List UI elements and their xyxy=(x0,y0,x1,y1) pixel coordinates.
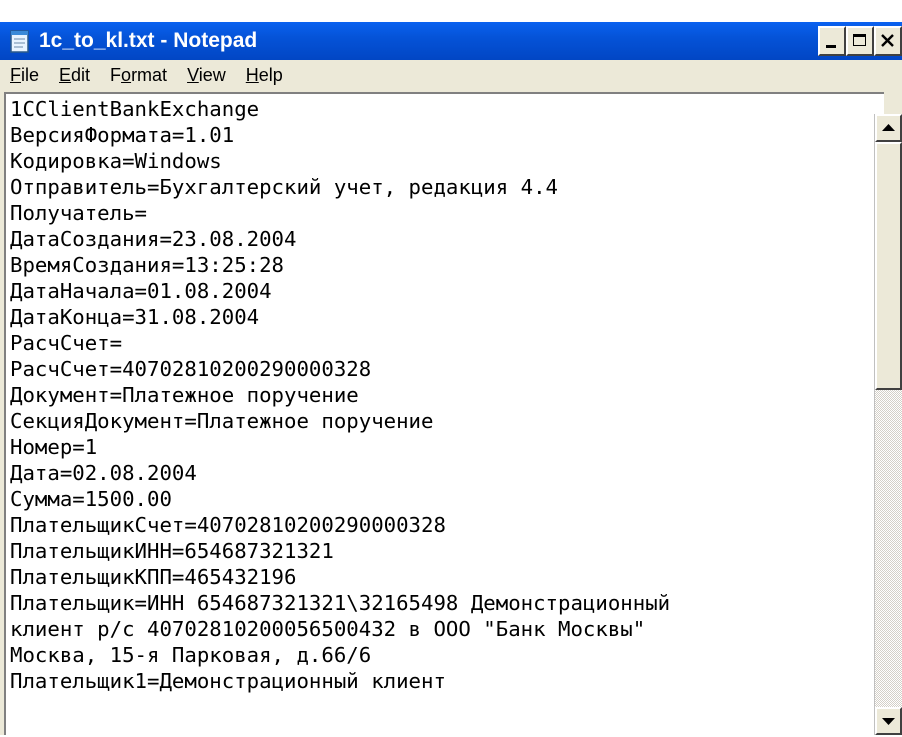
menu-view[interactable]: View xyxy=(177,60,236,90)
text-line: Отправитель=Бухгалтерский учет, редакция… xyxy=(10,175,559,199)
text-line: Москва, 15-я Парковая, д.66/6 xyxy=(10,643,372,667)
arrow-down-icon xyxy=(882,718,895,725)
minimize-icon xyxy=(826,45,836,48)
text-line: РасчСчет=40702810200290000328 xyxy=(10,357,372,381)
text-line: ПлательщикКПП=465432196 xyxy=(10,565,297,589)
maximize-button[interactable] xyxy=(846,26,874,56)
menu-file[interactable]: File xyxy=(0,60,49,90)
scroll-up-button[interactable] xyxy=(875,114,902,142)
text-line: Номер=1 xyxy=(10,435,98,459)
window-title: 1c_to_kl.txt - Notepad xyxy=(39,29,258,52)
text-line: Дата=02.08.2004 xyxy=(10,461,197,485)
scroll-thumb[interactable] xyxy=(875,142,902,390)
text-line: СекцияДокумент=Платежное поручение xyxy=(10,409,434,433)
menu-bar: File Edit Format View Help xyxy=(0,60,902,90)
title-bar[interactable]: 1c_to_kl.txt - Notepad xyxy=(0,22,902,60)
minimize-button[interactable] xyxy=(818,26,846,56)
text-line: Плательщик1=Демонстрационный клиент xyxy=(10,669,446,693)
text-editor[interactable]: 1CClientBankExchange ВерсияФормата=1.01 Ко… xyxy=(4,92,884,735)
text-line: Документ=Платежное поручение xyxy=(10,383,359,407)
text-line: Получатель= xyxy=(10,201,148,225)
arrow-up-icon xyxy=(882,124,895,131)
menu-help[interactable]: Help xyxy=(236,60,293,90)
scroll-down-button[interactable] xyxy=(875,707,902,735)
text-line: 1CClientBankExchange xyxy=(10,97,260,121)
text-line: ПлательщикИНН=654687321321 xyxy=(10,539,334,563)
text-line: Кодировка=Windows xyxy=(10,149,222,173)
close-icon xyxy=(881,34,894,47)
notepad-icon[interactable] xyxy=(9,29,31,54)
text-line: ВерсияФормата=1.01 xyxy=(10,123,235,147)
text-line: ДатаСоздания=23.08.2004 xyxy=(10,227,297,251)
text-line: ВремяСоздания=13:25:28 xyxy=(10,253,285,277)
text-line: ПлательщикСчет=40702810200290000328 xyxy=(10,513,446,537)
vertical-scrollbar[interactable] xyxy=(874,114,902,735)
menu-format[interactable]: Format xyxy=(100,60,177,90)
document-text[interactable]: 1CClientBankExchange ВерсияФормата=1.01 Ко… xyxy=(10,96,670,694)
text-line: Сумма=1500.00 xyxy=(10,487,172,511)
text-line: ДатаКонца=31.08.2004 xyxy=(10,305,260,329)
text-line: РасчСчет= xyxy=(10,331,123,355)
text-line: клиент р/с 40702810200056500432 в ООО "Б… xyxy=(10,617,646,641)
text-line: Плательщик=ИНН 654687321321\32165498 Дем… xyxy=(10,591,671,615)
text-line: ДатаНачала=01.08.2004 xyxy=(10,279,272,303)
maximize-icon xyxy=(853,34,866,46)
menu-edit[interactable]: Edit xyxy=(49,60,100,90)
close-button[interactable] xyxy=(874,26,902,56)
title-buttons xyxy=(818,26,902,56)
notepad-window: 1c_to_kl.txt - Notepad File Edit Format … xyxy=(0,22,902,735)
